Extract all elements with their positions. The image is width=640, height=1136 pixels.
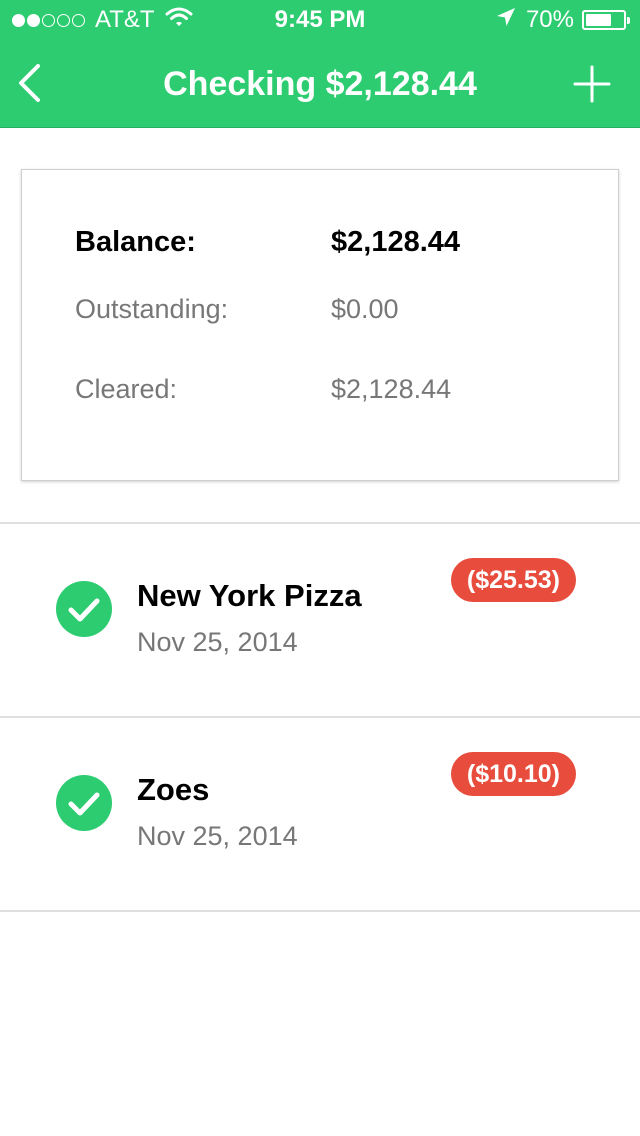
location-arrow-icon xyxy=(496,6,516,34)
outstanding-label: Outstanding: xyxy=(75,294,229,324)
cleared-label: Cleared: xyxy=(75,374,178,404)
transaction-list: New York Pizza Nov 25, 2014 ($25.53) Zoe… xyxy=(0,522,640,912)
outstanding-value: $0.00 xyxy=(331,294,399,324)
status-bar: AT&T 9:45 PM 70% xyxy=(0,0,640,40)
nav-header: AT&T 9:45 PM 70% Checking $2,128.44 xyxy=(0,0,640,128)
outstanding-row: Outstanding: $0.00 xyxy=(75,289,595,329)
transaction-row[interactable]: Zoes Nov 25, 2014 ($10.10) xyxy=(0,718,640,912)
status-right: 70% xyxy=(496,6,630,34)
plus-icon xyxy=(573,65,611,103)
transaction-date: Nov 25, 2014 xyxy=(137,627,298,657)
transaction-row[interactable]: New York Pizza Nov 25, 2014 ($25.53) xyxy=(0,524,640,718)
battery-icon xyxy=(582,10,630,30)
transaction-date: Nov 25, 2014 xyxy=(137,821,298,851)
page-title: Checking $2,128.44 xyxy=(163,65,477,103)
balance-summary-card: Balance: $2,128.44 Outstanding: $0.00 Cl… xyxy=(21,169,619,481)
battery-fill xyxy=(586,14,612,26)
chevron-left-icon xyxy=(19,64,40,102)
add-transaction-button[interactable] xyxy=(572,64,612,104)
cleared-value: $2,128.44 xyxy=(331,374,452,404)
balance-row: Balance: $2,128.44 xyxy=(75,222,595,262)
battery-percent: 70% xyxy=(525,6,574,33)
balance-label: Balance: xyxy=(75,226,196,258)
back-button[interactable] xyxy=(8,58,58,108)
transaction-amount-badge: ($25.53) xyxy=(450,558,576,602)
checkmark-circle-icon[interactable] xyxy=(56,581,112,637)
transaction-amount-badge: ($10.10) xyxy=(450,752,576,796)
balance-value: $2,128.44 xyxy=(331,226,461,258)
transaction-name: New York Pizza xyxy=(137,578,362,613)
transaction-name: Zoes xyxy=(137,772,210,807)
cleared-row: Cleared: $2,128.44 xyxy=(75,369,595,409)
battery-nub xyxy=(627,17,630,24)
checkmark-circle-icon[interactable] xyxy=(56,775,112,831)
